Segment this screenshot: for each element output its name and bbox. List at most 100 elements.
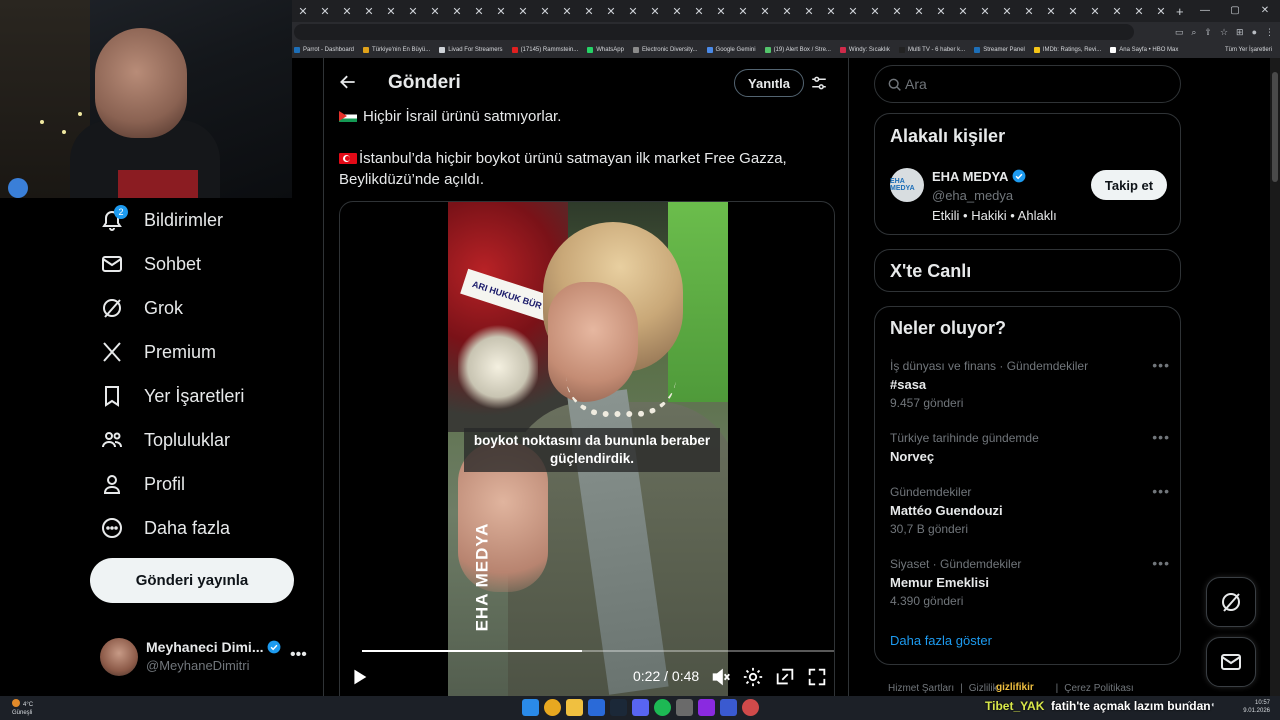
trend-more-icon[interactable]: ••• <box>1152 357 1170 373</box>
cast-icon[interactable]: ▭ <box>1175 22 1184 42</box>
browser-tab-close-icon[interactable]: ✕ <box>358 5 380 18</box>
play-icon[interactable] <box>348 666 370 688</box>
browser-tab-close-icon[interactable]: ✕ <box>1150 5 1172 18</box>
extensions-icon[interactable]: ⊞ <box>1236 22 1244 42</box>
browser-tab-close-icon[interactable]: ✕ <box>996 5 1018 18</box>
browser-tab-close-icon[interactable]: ✕ <box>776 5 798 18</box>
nav-item-more[interactable]: Daha fazla <box>90 506 300 550</box>
filter-sliders-icon[interactable] <box>810 74 828 92</box>
minimize-button[interactable]: — <box>1190 0 1220 22</box>
close-window-button[interactable]: ✕ <box>1250 0 1280 22</box>
volume-icon[interactable] <box>710 666 732 688</box>
browser-tab-close-icon[interactable]: ✕ <box>622 5 644 18</box>
compose-post-button[interactable]: Gönderi yayınla <box>90 558 294 603</box>
bookmark-item[interactable]: Ana Sayfa • HBO Max <box>1110 47 1178 53</box>
nav-item-premium[interactable]: Premium <box>90 330 300 374</box>
bookmark-item[interactable]: WhatsApp <box>587 47 624 53</box>
avatar[interactable]: EHA MEDYA <box>890 168 924 202</box>
trend-more-icon[interactable]: ••• <box>1152 483 1170 499</box>
video-progress-bar[interactable] <box>362 650 834 652</box>
bookmark-item[interactable]: Livad For Streamers <box>439 47 503 53</box>
bookmark-item[interactable]: Parrot - Dashboard <box>294 47 354 53</box>
browser-tab-close-icon[interactable]: ✕ <box>600 5 622 18</box>
browser-tab-close-icon[interactable]: ✕ <box>446 5 468 18</box>
discord-icon[interactable] <box>632 699 649 716</box>
privacy-link[interactable]: Gizlilik <box>969 683 998 694</box>
browser-tab-close-icon[interactable]: ✕ <box>930 5 952 18</box>
browser-tab-close-icon[interactable]: ✕ <box>556 5 578 18</box>
browser-tab-close-icon[interactable]: ✕ <box>842 5 864 18</box>
bookmark-item[interactable]: Electronic Diversity... <box>632 47 698 53</box>
terms-link[interactable]: Hizmet Şartları <box>888 683 954 694</box>
nav-item-messages[interactable]: Sohbet <box>90 242 300 286</box>
account-switcher[interactable]: Meyhaneci Dimi... @MeyhaneDimitri ••• <box>100 636 315 680</box>
browser-tab-close-icon[interactable]: ✕ <box>666 5 688 18</box>
browser-tab-close-icon[interactable]: ✕ <box>710 5 732 18</box>
browser-menu-icon[interactable]: ⋮ <box>1265 22 1274 42</box>
browser-tab-close-icon[interactable]: ✕ <box>688 5 710 18</box>
browser-tab-close-icon[interactable]: ✕ <box>732 5 754 18</box>
reply-button[interactable]: Yanıtla <box>734 69 804 97</box>
browser-tab-close-icon[interactable]: ✕ <box>424 5 446 18</box>
bookmark-item[interactable]: (19) Alert Box / Stre... <box>764 47 831 53</box>
bookmark-item[interactable]: (17145) Rammstein... <box>511 47 578 53</box>
back-arrow-icon[interactable] <box>338 72 358 92</box>
browser-tab-close-icon[interactable]: ✕ <box>1018 5 1040 18</box>
follow-button[interactable]: Takip et <box>1091 170 1167 200</box>
browser-tab-close-icon[interactable]: ✕ <box>644 5 666 18</box>
browser-tab-close-icon[interactable]: ✕ <box>886 5 908 18</box>
scrollbar-thumb[interactable] <box>1272 72 1278 182</box>
browser-tab-close-icon[interactable]: ✕ <box>380 5 402 18</box>
trend-item[interactable]: Türkiye tarihinde gündemde Norveç ••• <box>890 429 1170 464</box>
browser-tab-close-icon[interactable]: ✕ <box>754 5 776 18</box>
browser-tab-close-icon[interactable]: ✕ <box>578 5 600 18</box>
bookmark-item[interactable]: Streamer Panel <box>974 47 1025 53</box>
zoom-icon[interactable]: ⌕ <box>1191 22 1196 42</box>
file-explorer-icon[interactable] <box>566 699 583 716</box>
trend-item[interactable]: İş dünyası ve finans · Gündemdekiler #sa… <box>890 357 1170 410</box>
person-name[interactable]: EHA MEDYA <box>932 169 1026 184</box>
settings-gear-icon[interactable] <box>742 666 764 688</box>
browser-tab-close-icon[interactable]: ✕ <box>1128 5 1150 18</box>
browser-tab-close-icon[interactable]: ✕ <box>1040 5 1062 18</box>
url-field[interactable] <box>294 24 1134 40</box>
nav-item-notifications[interactable]: 2 Bildirimler <box>90 198 300 242</box>
browser-tab-close-icon[interactable]: ✕ <box>798 5 820 18</box>
x-live-card[interactable]: X'te Canlı <box>874 249 1181 292</box>
nav-item-bookmarks[interactable]: Yer İşaretleri <box>90 374 300 418</box>
page-scrollbar[interactable] <box>1270 58 1280 696</box>
app-icon[interactable] <box>588 699 605 716</box>
weather-widget[interactable]: 4°C Güneşli <box>12 699 33 717</box>
browser-tab-close-icon[interactable]: ✕ <box>336 5 358 18</box>
nav-item-profile[interactable]: Profil <box>90 462 300 506</box>
obs-icon[interactable] <box>742 699 759 716</box>
all-bookmarks-link[interactable]: Tüm Yer İşaretleri <box>1225 42 1272 58</box>
start-menu-icon[interactable] <box>522 699 539 716</box>
browser-tab-close-icon[interactable]: ✕ <box>402 5 424 18</box>
maximize-button[interactable]: ▢ <box>1220 0 1250 22</box>
browser-tab-close-icon[interactable]: ✕ <box>952 5 974 18</box>
browser-tab-close-icon[interactable]: ✕ <box>1062 5 1084 18</box>
browser-tab-close-icon[interactable]: ✕ <box>490 5 512 18</box>
browser-tab-close-icon[interactable]: ✕ <box>1084 5 1106 18</box>
app-icon[interactable] <box>676 699 693 716</box>
bookmark-item[interactable]: Google Gemini <box>706 47 756 53</box>
app-icon[interactable] <box>720 699 737 716</box>
show-more-link[interactable]: Daha fazla göster <box>890 633 992 648</box>
search-input[interactable]: Ara <box>874 65 1181 103</box>
browser-tab-close-icon[interactable]: ✕ <box>864 5 886 18</box>
trend-item[interactable]: Siyaset · Gündemdekiler Memur Emeklisi 4… <box>890 555 1170 608</box>
browser-tab-close-icon[interactable]: ✕ <box>974 5 996 18</box>
system-clock[interactable]: 10:57 9.01.2026 <box>1243 699 1270 715</box>
trend-more-icon[interactable]: ••• <box>1152 429 1170 445</box>
browser-tab-close-icon[interactable]: ✕ <box>512 5 534 18</box>
trend-item[interactable]: Gündemdekiler Mattéo Guendouzi 30,7 B gö… <box>890 483 1170 536</box>
picture-in-picture-icon[interactable] <box>774 666 796 688</box>
bookmark-item[interactable]: Multi TV - 6 haber k... <box>898 47 965 53</box>
account-more-icon[interactable]: ••• <box>290 646 307 664</box>
browser-tab-close-icon[interactable]: ✕ <box>468 5 490 18</box>
browser-tab-close-icon[interactable]: ✕ <box>314 5 336 18</box>
browser-tab-close-icon[interactable]: ✕ <box>820 5 842 18</box>
spotify-icon[interactable] <box>654 699 671 716</box>
cookies-link[interactable]: Çerez Politikası <box>1064 683 1133 694</box>
